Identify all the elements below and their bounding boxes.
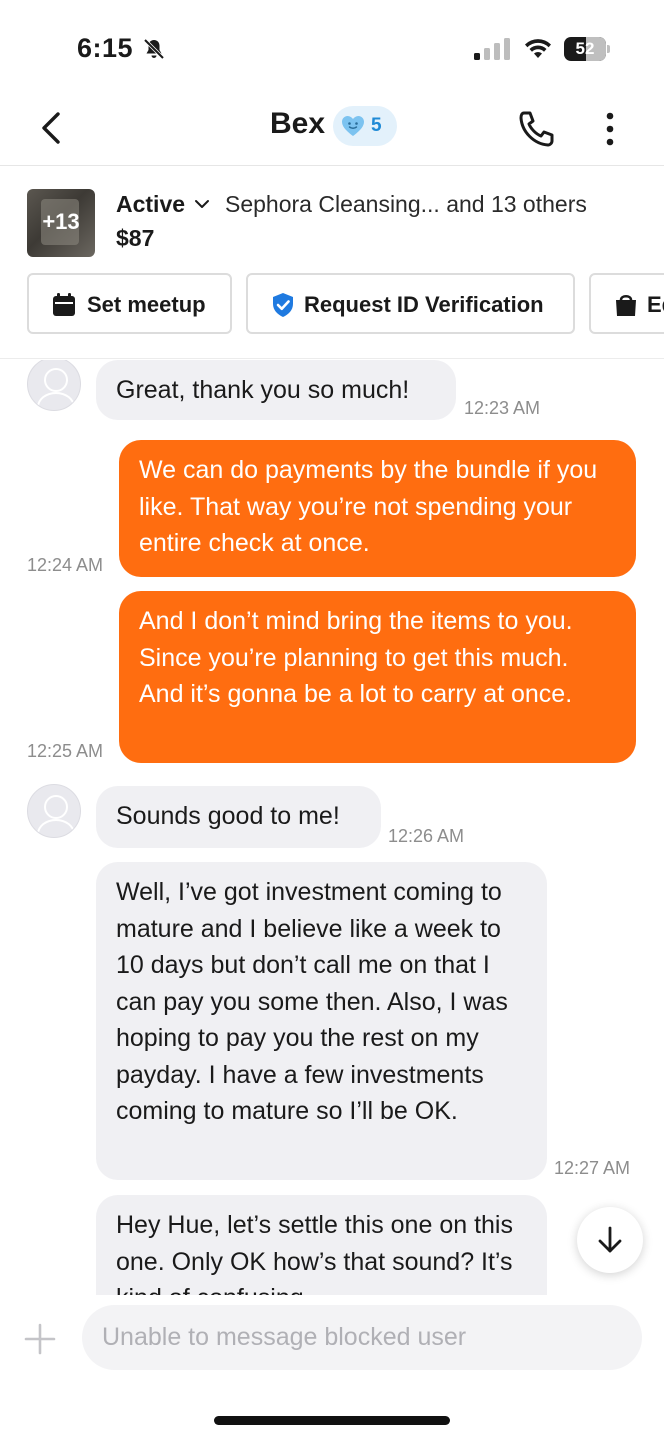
cellular-signal-icon xyxy=(474,38,510,60)
rating-count: 5 xyxy=(371,115,382,136)
verified-shield-icon xyxy=(273,293,293,317)
listing-summary[interactable]: +13 Active Sephora Cleansing... and 13 o… xyxy=(0,167,664,267)
edit-offer-label: Ed xyxy=(647,292,664,317)
message-timestamp: 12:24 AM xyxy=(27,555,104,575)
message-bubble-incoming[interactable]: Well, I’ve got investment coming to matu… xyxy=(96,862,547,1180)
thumbnail-count: +13 xyxy=(42,209,80,234)
message-bubble-outgoing[interactable]: We can do payments by the bundle if you … xyxy=(119,440,636,577)
status-bar: 6:15 52 xyxy=(0,0,664,96)
contact-name[interactable]: Bex xyxy=(270,107,325,141)
message-timestamp: 12:23 AM xyxy=(464,398,541,418)
battery-level: 52 xyxy=(575,39,595,58)
listing-price: $87 xyxy=(116,225,155,251)
status-time: 6:15 xyxy=(77,33,134,63)
bell-muted-icon xyxy=(143,38,165,60)
divider xyxy=(0,358,664,359)
edit-offer-button[interactable]: Ed xyxy=(589,273,664,334)
listing-status-dropdown[interactable]: Active xyxy=(116,191,185,218)
chat-header: Bex 5 xyxy=(0,96,664,166)
message-timestamp: 12:26 AM xyxy=(388,826,465,846)
wifi-icon xyxy=(525,39,551,58)
avatar[interactable] xyxy=(27,360,81,411)
back-button[interactable] xyxy=(32,106,72,150)
battery-icon: 52 xyxy=(564,37,610,61)
avatar[interactable] xyxy=(27,784,81,838)
heart-face-icon xyxy=(342,116,364,136)
set-meetup-label: Set meetup xyxy=(87,292,206,317)
action-chips: Set meetup Request ID Verification Ed xyxy=(0,273,664,335)
message-timestamp: 12:27 AM xyxy=(554,1158,631,1178)
more-vertical-icon xyxy=(606,112,614,146)
set-meetup-button[interactable]: Set meetup xyxy=(27,273,232,334)
chevron-down-icon[interactable] xyxy=(194,197,210,211)
phone-icon xyxy=(519,111,554,147)
listing-title[interactable]: Sephora Cleansing... and 13 others xyxy=(225,191,587,218)
home-indicator xyxy=(214,1416,450,1425)
request-id-verification-button[interactable]: Request ID Verification xyxy=(246,273,575,334)
message-thread[interactable]: Great, thank you so much! 12:23 AM 12:24… xyxy=(0,360,664,1295)
add-attachment-button[interactable] xyxy=(24,1323,56,1355)
phone-call-button[interactable] xyxy=(516,108,558,150)
message-bubble-incoming[interactable]: Hey Hue, let’s settle this one on this o… xyxy=(96,1195,547,1295)
calendar-icon xyxy=(53,293,75,316)
message-input[interactable] xyxy=(82,1305,642,1370)
scroll-to-bottom-button[interactable] xyxy=(577,1207,643,1273)
request-id-verification-label: Request ID Verification xyxy=(304,292,544,317)
more-options-button[interactable] xyxy=(596,108,624,150)
message-bubble-incoming[interactable]: Sounds good to me! xyxy=(96,786,381,848)
listing-thumbnail[interactable]: +13 xyxy=(27,189,95,257)
message-timestamp: 12:25 AM xyxy=(27,741,104,761)
message-bubble-outgoing[interactable]: And I don’t mind bring the items to you.… xyxy=(119,591,636,763)
rating-badge[interactable]: 5 xyxy=(333,106,397,146)
message-composer xyxy=(0,1295,664,1385)
plus-icon xyxy=(24,1323,56,1355)
message-bubble-incoming[interactable]: Great, thank you so much! xyxy=(96,360,456,420)
shopping-bag-icon xyxy=(616,295,636,316)
chevron-left-icon xyxy=(42,112,60,144)
arrow-down-icon xyxy=(598,1226,622,1253)
